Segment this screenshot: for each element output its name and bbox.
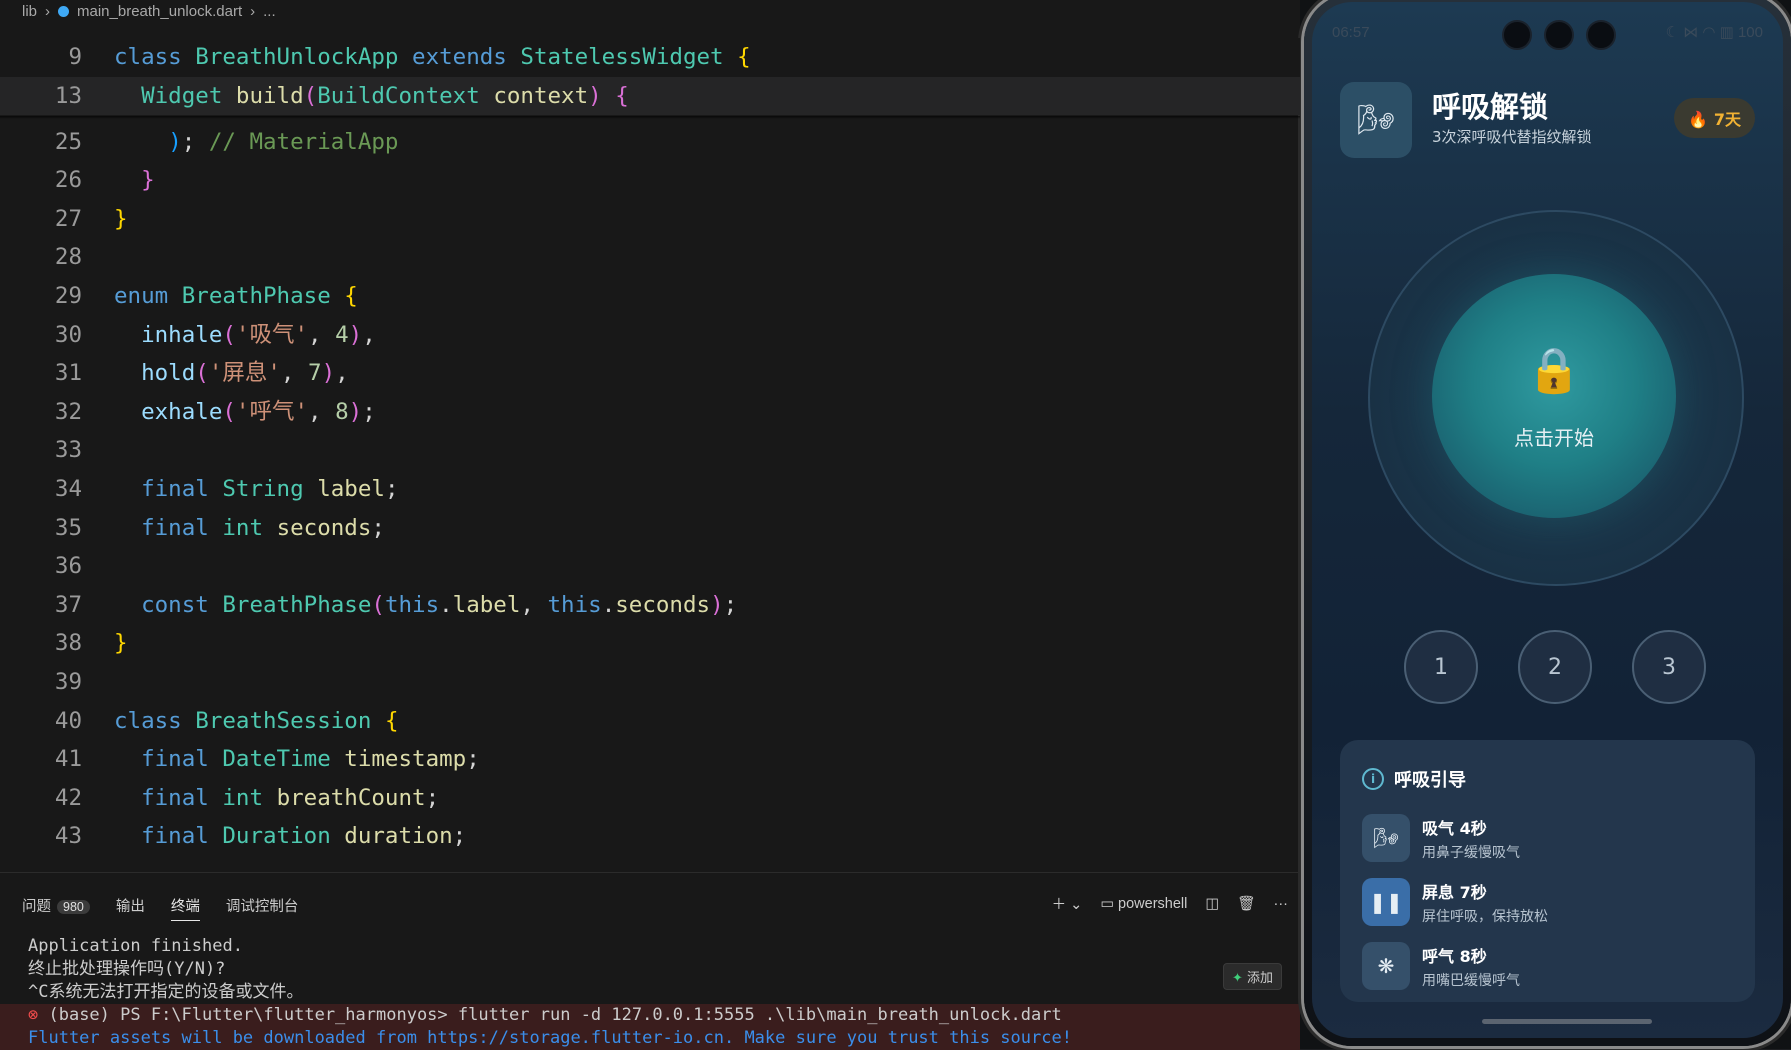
breath-counter: 1 2 3	[1404, 630, 1706, 704]
terminal-line-command: ⊗ (base) PS F:\Flutter\flutter_harmonyos…	[0, 1004, 1300, 1027]
breath-count-3: 3	[1632, 630, 1706, 704]
code-editor[interactable]: lib › main_breath_unlock.dart › ... 24 h…	[0, 0, 1300, 872]
tab-output[interactable]: 输出	[116, 895, 145, 921]
problems-count-badge: 980	[57, 900, 90, 914]
guide-item-desc: 用嘴巴缓慢呼气	[1422, 972, 1520, 989]
phone-bezel: 06:57 ☾ ⋈ ◠ ▥ 100 🌬 呼吸解锁 3次深呼吸代替指纹解锁 🔥 7…	[1304, 0, 1791, 1046]
shell-label: powershell	[1118, 895, 1188, 912]
status-icons: ☾ ⋈ ◠ ▥ 100	[1665, 24, 1763, 41]
line-number: 9	[68, 44, 82, 70]
terminal-line: Flutter assets will be downloaded from h…	[0, 1027, 1300, 1050]
guide-item-hold: ❚❚ 屏息 7秒屏住呼吸，保持放松	[1362, 878, 1548, 926]
dart-file-icon	[58, 5, 70, 17]
streak-badge[interactable]: 🔥 7天	[1674, 98, 1755, 138]
phone-screen[interactable]: 06:57 ☾ ⋈ ◠ ▥ 100 🌬 呼吸解锁 3次深呼吸代替指纹解锁 🔥 7…	[1312, 2, 1783, 1038]
terminal-output[interactable]: Application finished. 终止批处理操作吗(Y/N)? ^C系…	[0, 935, 1300, 1050]
panel-tabs: 问题 980 输出 终端 调试控制台	[22, 895, 298, 921]
info-icon: i	[1362, 768, 1384, 790]
sticky-line[interactable]: 9 class BreathUnlockApp extends Stateless…	[0, 38, 1300, 77]
guide-title: 呼吸引导	[1394, 770, 1466, 791]
sticky-line[interactable]: 13 Widget build(BuildContext context) {	[0, 76, 1300, 116]
sticky-scroll-header[interactable]: 9 class BreathUnlockApp extends Stateless…	[0, 38, 1300, 116]
start-breath-button[interactable]: 🔒 点击开始	[1432, 274, 1676, 518]
terminal-line: Application finished.	[28, 936, 243, 956]
error-dot-icon: ⊗	[28, 1005, 49, 1025]
camera-icon	[1586, 20, 1616, 50]
line-number: 13	[54, 82, 82, 109]
battery-level: 100	[1737, 24, 1763, 41]
breadcrumb-more[interactable]: ...	[263, 3, 276, 20]
lock-icon: 🔒	[1526, 345, 1582, 396]
breadcrumb-folder[interactable]: lib	[22, 3, 37, 20]
guide-item-inhale: 🌬 吸气 4秒用鼻子缓慢吸气	[1362, 814, 1520, 862]
camera-cutout	[1502, 20, 1616, 50]
breath-count-1: 1	[1404, 630, 1478, 704]
terminal-line: ^C系统无法打开指定的设备或文件。	[28, 982, 304, 1002]
add-label: 添加	[1246, 971, 1273, 986]
camera-icon	[1544, 20, 1574, 50]
chevron-right-icon: ›	[45, 2, 51, 20]
app-title: 呼吸解锁	[1432, 90, 1549, 124]
sparkle-icon: ✦	[1231, 971, 1243, 986]
flame-icon: 🔥	[1688, 110, 1709, 129]
breadcrumb-file[interactable]: main_breath_unlock.dart	[77, 3, 242, 20]
tab-terminal[interactable]: 终端	[170, 895, 200, 921]
guide-item-title: 屏息 7秒	[1422, 882, 1487, 902]
sticky-shadow	[0, 116, 1300, 119]
start-label: 点击开始	[1514, 426, 1594, 450]
chevron-right-icon: ›	[250, 2, 256, 20]
split-terminal-icon[interactable]: ◫	[1205, 896, 1219, 912]
guide-item-desc: 屏住呼吸，保持放松	[1422, 908, 1548, 925]
breath-count-2: 2	[1518, 630, 1592, 704]
terminal-shell[interactable]: ▭ powershell	[1100, 896, 1187, 912]
breadcrumb: lib › main_breath_unlock.dart › ...	[0, 0, 1300, 22]
trash-icon[interactable]: 🗑	[1237, 895, 1255, 912]
command-text: (base) PS F:\Flutter\flutter_harmonyos> …	[48, 1005, 1062, 1025]
panel-toolbar: ＋ ⌄ ▭ powershell ◫ 🗑 ···	[1052, 893, 1288, 914]
bottom-panel: 问题 980 输出 终端 调试控制台 ＋ ⌄ ▭ powershell ◫ 🗑 ·…	[0, 872, 1300, 1050]
tab-label: 问题	[22, 899, 51, 915]
breath-app-icon: 🌬	[1340, 82, 1412, 158]
camera-icon	[1502, 20, 1532, 50]
streak-text: 7天	[1713, 110, 1741, 129]
tab-problems[interactable]: 问题 980	[22, 895, 90, 921]
guide-item-desc: 用鼻子缓慢吸气	[1422, 844, 1520, 861]
air-icon: ❋	[1362, 942, 1410, 990]
app-header: 🌬 呼吸解锁 3次深呼吸代替指纹解锁 🔥 7天	[1340, 82, 1755, 162]
breath-guide-card: i 呼吸引导 🌬 吸气 4秒用鼻子缓慢吸气 ❚❚ 屏息 7秒屏住呼吸，保持放松 ❋…	[1340, 740, 1755, 1002]
code-lines[interactable]: 24 home: const BreathUnlockHomePage(), 2…	[0, 22, 1300, 856]
add-button[interactable]: ✦ 添加	[1222, 963, 1282, 990]
terminal-line: 终止批处理操作吗(Y/N)?	[28, 959, 226, 979]
guide-item-title: 吸气 4秒	[1422, 818, 1487, 838]
home-indicator[interactable]	[1482, 1019, 1652, 1024]
guide-item-title: 呼气 8秒	[1422, 946, 1487, 966]
guide-header: i 呼吸引导	[1362, 766, 1466, 792]
phone-emulator: 06:57 ☾ ⋈ ◠ ▥ 100 🌬 呼吸解锁 3次深呼吸代替指纹解锁 🔥 7…	[1300, 0, 1791, 1049]
pause-icon: ❚❚	[1362, 878, 1410, 926]
terminal-icon: ▭	[1100, 895, 1115, 912]
add-terminal-icon[interactable]: ＋ ⌄	[1052, 893, 1083, 914]
app-subtitle: 3次深呼吸代替指纹解锁	[1432, 128, 1592, 146]
wind-icon: 🌬	[1362, 814, 1410, 862]
more-icon[interactable]: ···	[1274, 896, 1289, 912]
tab-debug-console[interactable]: 调试控制台	[226, 895, 299, 921]
guide-item-exhale: ❋ 呼气 8秒用嘴巴缓慢呼气	[1362, 942, 1520, 990]
status-time: 06:57	[1332, 23, 1370, 41]
